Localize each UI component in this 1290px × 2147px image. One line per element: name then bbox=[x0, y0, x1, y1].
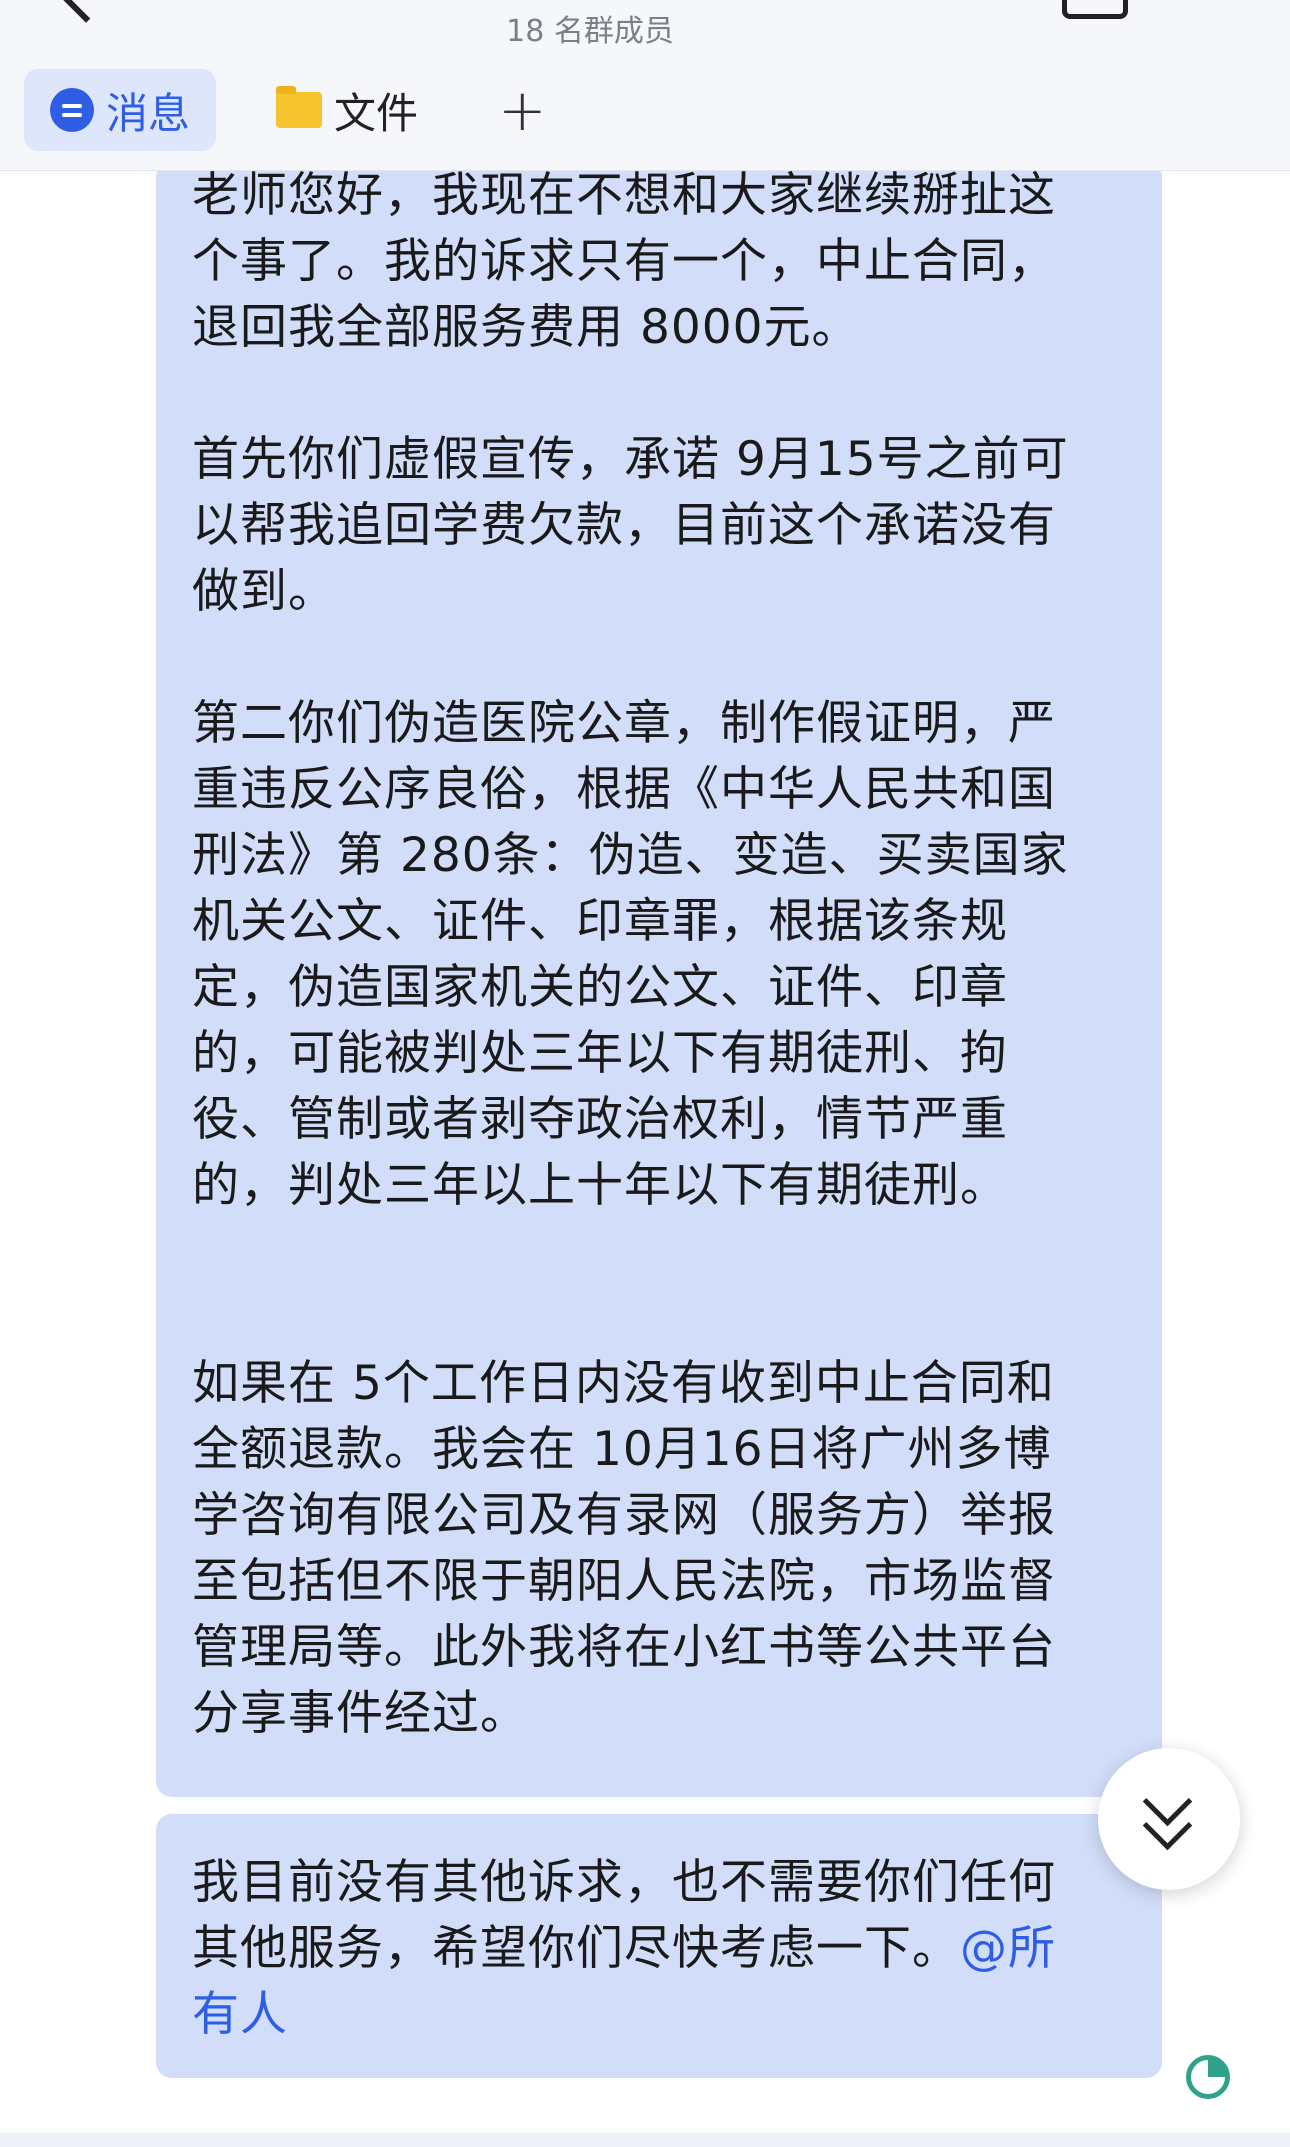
message-paragraph: 第二你们伪造医院公章，制作假证明，严 重违反公序良俗，根据《中华人民共和国 刑法… bbox=[192, 696, 1069, 1213]
message-icon bbox=[50, 88, 94, 132]
message-bubble[interactable]: 老师您好，我现在不想和大家继续掰扯这 个事了。我的诉求只有一个，中止合同， 退回… bbox=[156, 171, 1162, 1797]
tab-label: 文件 bbox=[334, 88, 419, 138]
message-bubble[interactable]: 我目前没有其他诉求，也不需要你们任何 其他服务，希望你们尽快考虑一下。@所 有人 bbox=[156, 1814, 1162, 2078]
add-tab-button[interactable]: + bbox=[478, 81, 567, 139]
message-paragraph: 老师您好，我现在不想和大家继续掰扯这 个事了。我的诉求只有一个，中止合同， 退回… bbox=[192, 171, 1056, 355]
tab-label: 消息 bbox=[106, 88, 191, 138]
message-paragraph bbox=[192, 1219, 1126, 1285]
bottom-bar bbox=[0, 2133, 1290, 2147]
chat-header: 18 名群成员 消息 文件 + bbox=[0, 0, 1290, 171]
folder-icon bbox=[276, 86, 323, 128]
member-count[interactable]: 18 名群成员 bbox=[0, 6, 1180, 50]
message-paragraph bbox=[192, 625, 1126, 691]
read-status-icon[interactable] bbox=[1186, 2055, 1230, 2099]
message-paragraph bbox=[192, 1285, 1126, 1351]
scroll-to-bottom-button[interactable] bbox=[1098, 1748, 1240, 1890]
tab-bar: 消息 文件 + bbox=[24, 68, 567, 152]
tab-messages[interactable]: 消息 bbox=[24, 69, 217, 151]
message-body: 我目前没有其他诉求，也不需要你们任何 其他服务，希望你们尽快考虑一下。 bbox=[192, 1855, 1056, 1976]
message-paragraph: 首先你们虚假宣传，承诺 9月15号之前可 以帮我追回学费欠款，目前这个承诺没有 … bbox=[192, 432, 1069, 619]
tab-files[interactable]: 文件 bbox=[250, 69, 444, 151]
chat-message-list[interactable]: 老师您好，我现在不想和大家继续掰扯这 个事了。我的诉求只有一个，中止合同， 退回… bbox=[0, 171, 1290, 2147]
video-call-icon[interactable] bbox=[1062, 0, 1128, 19]
message-text: 我目前没有其他诉求，也不需要你们任何 其他服务，希望你们尽快考虑一下。@所 有人 bbox=[192, 1850, 1126, 2048]
message-paragraph: 如果在 5个工作日内没有收到中止合同和 全额退款。我会在 10月16日将广州多博… bbox=[192, 1356, 1056, 1741]
message-paragraph bbox=[192, 361, 1126, 427]
